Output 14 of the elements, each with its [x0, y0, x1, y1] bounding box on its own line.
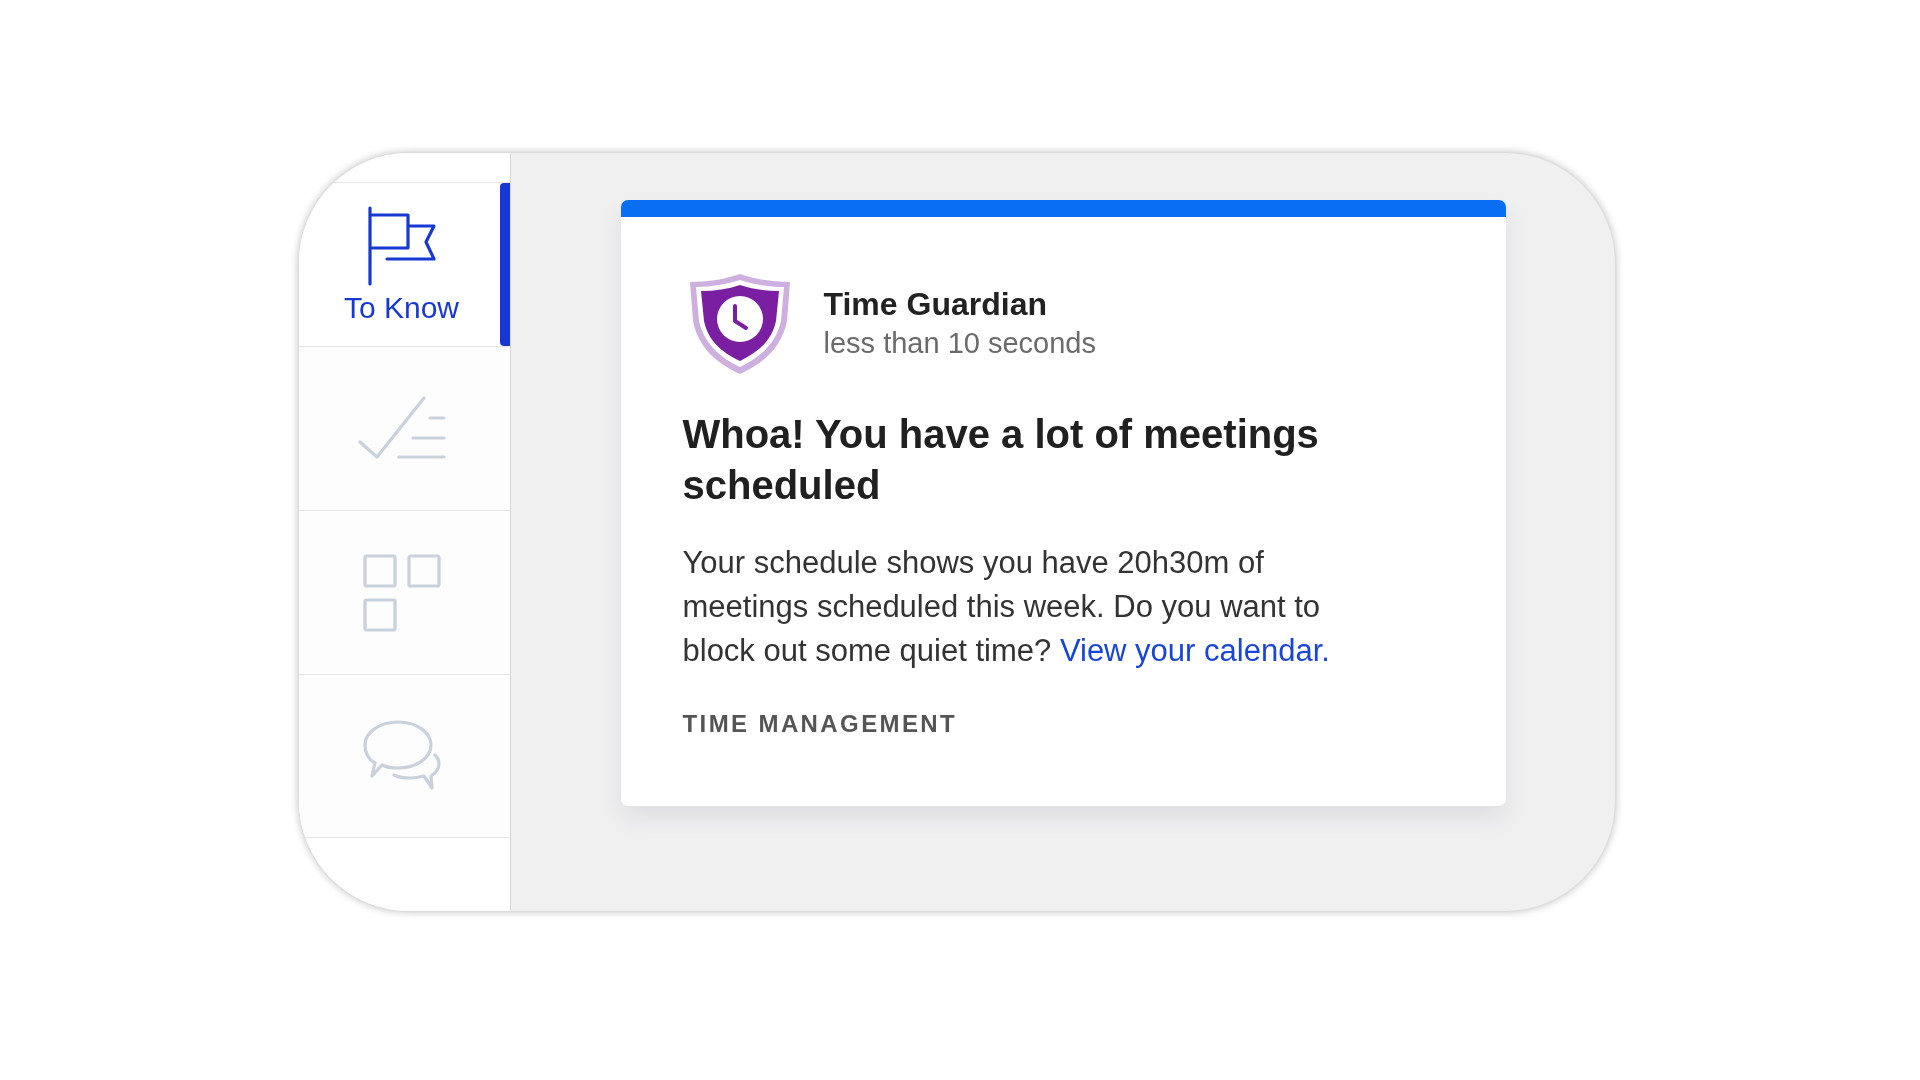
source-name: Time Guardian	[823, 285, 1048, 323]
grid-icon	[362, 553, 441, 632]
chat-bubbles-icon	[362, 720, 441, 792]
shield-clock-icon	[687, 273, 792, 375]
tab-label: To Know	[343, 291, 460, 324]
calendar-link[interactable]: View your calendar.	[1059, 633, 1330, 668]
checklist-icon	[357, 395, 446, 462]
topic-tag: TIME MANAGEMENT	[682, 709, 958, 739]
flag-icon	[366, 205, 437, 286]
card-title: Whoa! You have a lot of meetings scheduled	[682, 411, 1320, 509]
sidebar-tab[interactable]	[299, 674, 510, 838]
source-time: less than 10 seconds	[823, 326, 1096, 361]
card-body-text: Your schedule shows you have 20h30m of meetings scheduled this week. Do you want to block out some quiet time? View your calendar.	[682, 544, 1331, 670]
sidebar-tab[interactable]: To Know	[299, 182, 510, 346]
